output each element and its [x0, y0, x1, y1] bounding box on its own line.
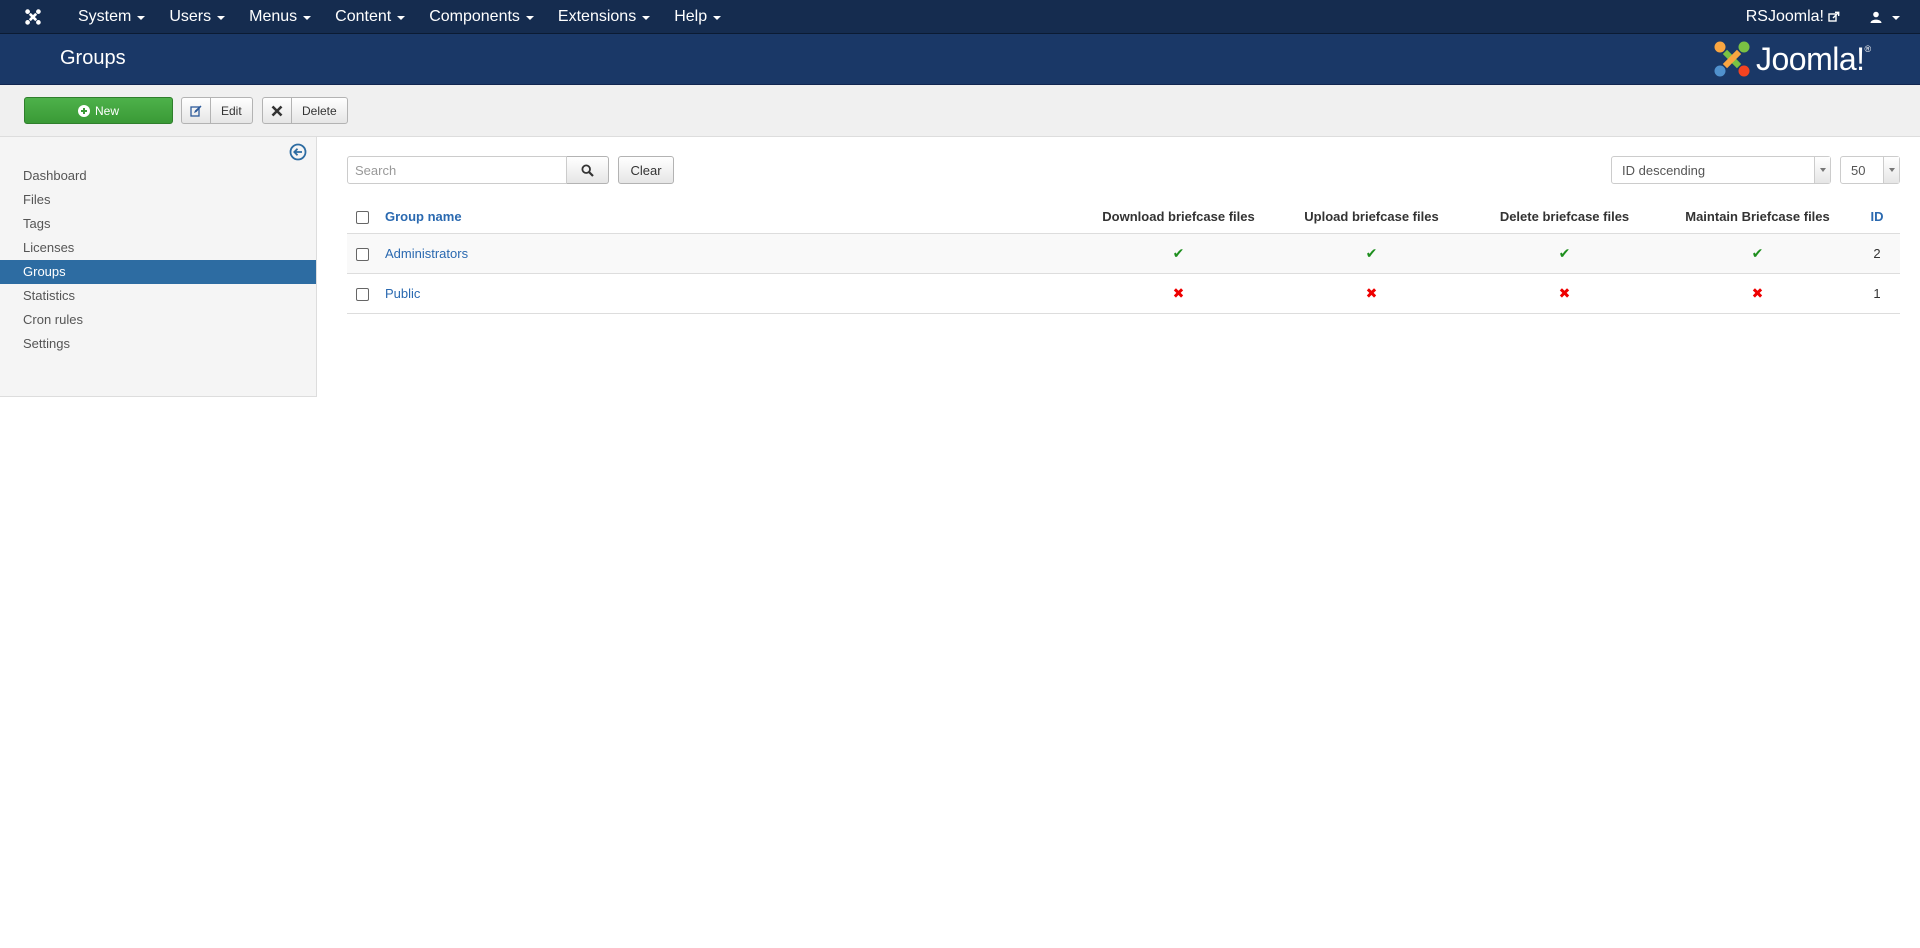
- menu-menus[interactable]: Menus: [237, 0, 323, 34]
- caret-down-icon: [713, 15, 722, 20]
- edit-button[interactable]: Edit: [181, 97, 253, 124]
- cross-icon: ✖: [1365, 284, 1378, 301]
- close-icon: [263, 98, 292, 123]
- permission-cell-download: ✔: [1082, 233, 1275, 274]
- permission-cell-delete: ✔: [1468, 233, 1661, 274]
- clear-button[interactable]: Clear: [618, 156, 674, 184]
- menu-system[interactable]: System: [66, 0, 157, 34]
- sidebar-item-statistics[interactable]: Statistics: [0, 284, 316, 308]
- table-row: Public ✖ ✖ ✖ ✖ 1: [347, 273, 1900, 314]
- top-navbar: System Users Menus Content Components Ex…: [0, 0, 1920, 34]
- row-checkbox[interactable]: [355, 287, 369, 301]
- joomla-brand-icon: [1714, 41, 1750, 77]
- select-all-checkbox[interactable]: [355, 211, 369, 225]
- caret-down-icon: [217, 15, 226, 20]
- permission-cell-download: ✖: [1082, 273, 1275, 314]
- menu-extensions[interactable]: Extensions: [546, 0, 662, 34]
- group-name-link[interactable]: Public: [385, 286, 420, 301]
- sidebar-item-settings[interactable]: Settings: [0, 332, 316, 356]
- main-menu: System Users Menus Content Components Ex…: [66, 0, 733, 34]
- sidebar-item-groups[interactable]: Groups: [0, 260, 316, 284]
- row-select-cell: [347, 273, 377, 314]
- toolbar: New Edit Delete: [0, 85, 1920, 137]
- row-select-cell: [347, 233, 377, 274]
- cross-icon: ✖: [1751, 284, 1764, 301]
- permission-cell-delete: ✖: [1468, 273, 1661, 314]
- sidebar-item-cron-rules[interactable]: Cron rules: [0, 308, 316, 332]
- search-button[interactable]: [567, 156, 609, 184]
- group-id-cell: 1: [1854, 273, 1900, 314]
- caret-down-icon: [303, 15, 312, 20]
- sort-select[interactable]: ID descending: [1611, 156, 1831, 184]
- caret-down-icon: [397, 15, 406, 20]
- column-id[interactable]: ID: [1854, 201, 1900, 234]
- registered-mark: ®: [1864, 44, 1872, 54]
- menu-content[interactable]: Content: [323, 0, 417, 34]
- check-icon: ✔: [1172, 244, 1185, 261]
- limit-select[interactable]: 50: [1840, 156, 1900, 184]
- caret-down-icon: [1892, 16, 1900, 20]
- chevron-down-icon: [1814, 157, 1830, 183]
- joomla-brand-text: Joomla!: [1756, 40, 1865, 77]
- menu-components[interactable]: Components: [417, 0, 546, 34]
- new-button[interactable]: New: [24, 97, 173, 124]
- menu-users[interactable]: Users: [157, 0, 237, 34]
- search-group: [347, 156, 609, 184]
- groups-table: Group name Download briefcase files Uplo…: [347, 201, 1900, 314]
- sidebar-item-files[interactable]: Files: [0, 188, 316, 212]
- group-name-link[interactable]: Administrators: [385, 246, 468, 261]
- column-upload: Upload briefcase files: [1275, 201, 1468, 234]
- table-row: Administrators ✔ ✔ ✔ ✔ 2: [347, 233, 1900, 274]
- site-link[interactable]: RSJoomla!: [1736, 0, 1856, 34]
- menu-help[interactable]: Help: [662, 0, 733, 34]
- user-icon: [1870, 11, 1882, 23]
- row-checkbox[interactable]: [355, 247, 369, 261]
- sidebar-nav: Dashboard Files Tags Licenses Groups Sta…: [0, 164, 316, 356]
- collapse-sidebar-icon[interactable]: [289, 143, 307, 161]
- column-download: Download briefcase files: [1082, 201, 1275, 234]
- external-link-icon: [1828, 11, 1840, 22]
- permission-cell-upload: ✖: [1275, 273, 1468, 314]
- user-menu[interactable]: [1856, 0, 1920, 34]
- column-group-name[interactable]: Group name: [377, 201, 1082, 234]
- caret-down-icon: [642, 15, 651, 20]
- column-delete: Delete briefcase files: [1468, 201, 1661, 234]
- column-maintain: Maintain Briefcase files: [1661, 201, 1854, 234]
- chevron-down-icon: [1883, 157, 1899, 183]
- caret-down-icon: [525, 15, 534, 20]
- permission-cell-upload: ✔: [1275, 233, 1468, 274]
- delete-button[interactable]: Delete: [262, 97, 348, 124]
- joomla-logo-icon[interactable]: [0, 0, 66, 34]
- plus-circle-icon: [77, 104, 90, 117]
- joomla-brand: Joomla! ®: [1712, 38, 1871, 80]
- group-name-cell: Public: [377, 273, 1082, 314]
- sidebar-item-dashboard[interactable]: Dashboard: [0, 164, 316, 188]
- group-id-cell: 2: [1854, 233, 1900, 274]
- cross-icon: ✖: [1558, 284, 1571, 301]
- select-all-cell: [347, 201, 377, 234]
- sidebar-item-licenses[interactable]: Licenses: [0, 236, 316, 260]
- search-input[interactable]: [347, 156, 567, 184]
- edit-icon: [182, 98, 211, 123]
- search-icon: [581, 163, 594, 177]
- page-title: Groups: [60, 47, 126, 69]
- permission-cell-maintain: ✖: [1661, 273, 1854, 314]
- caret-down-icon: [137, 15, 146, 20]
- cross-icon: ✖: [1172, 284, 1185, 301]
- navbar-right: RSJoomla!: [1736, 0, 1920, 34]
- check-icon: ✔: [1365, 244, 1378, 261]
- page-header: Groups Joomla! ®: [0, 34, 1920, 85]
- permission-cell-maintain: ✔: [1661, 233, 1854, 274]
- table-header-row: Group name Download briefcase files Uplo…: [347, 201, 1900, 234]
- check-icon: ✔: [1751, 244, 1764, 261]
- sidebar-item-tags[interactable]: Tags: [0, 212, 316, 236]
- sidebar: Dashboard Files Tags Licenses Groups Sta…: [0, 137, 317, 397]
- check-icon: ✔: [1558, 244, 1571, 261]
- group-name-cell: Administrators: [377, 233, 1082, 274]
